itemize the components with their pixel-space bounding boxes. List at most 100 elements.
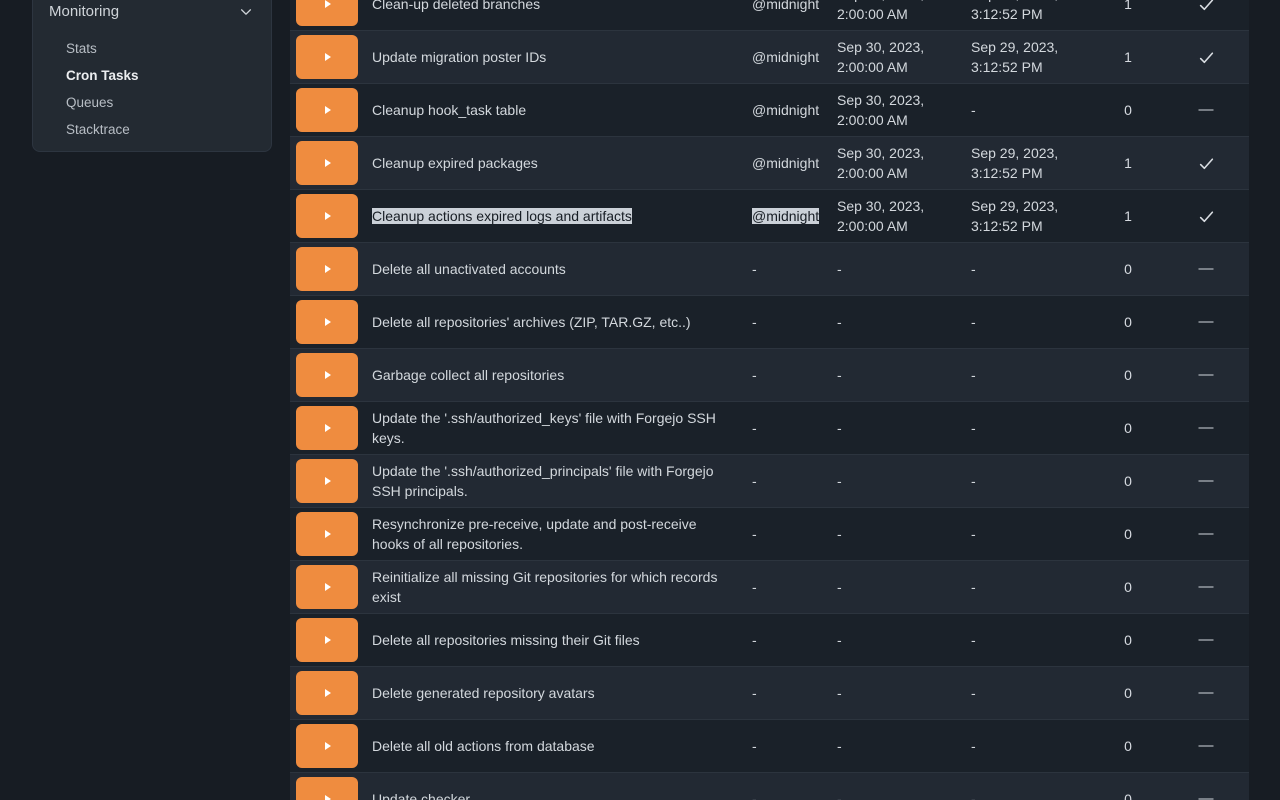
play-icon: [325, 371, 331, 379]
task-schedule-text: @midnight: [752, 49, 819, 65]
run-task-button[interactable]: [296, 512, 358, 556]
table-row: Update checker---0—: [290, 772, 1249, 800]
task-previous-run: -: [959, 736, 1093, 756]
task-next-run: -: [825, 789, 959, 800]
table-row: Delete all repositories' archives (ZIP, …: [290, 295, 1249, 348]
run-task-button[interactable]: [296, 671, 358, 715]
task-name: Garbage collect all repositories: [372, 365, 740, 385]
run-task-button[interactable]: [296, 141, 358, 185]
monitoring-sidebar-menu: Monitoring StatsCron TasksQueuesStacktra…: [32, 0, 272, 152]
table-row: Reinitialize all missing Git repositorie…: [290, 560, 1249, 613]
table-row: Cleanup expired packages@midnightSep 30,…: [290, 136, 1249, 189]
table-row: Update the '.ssh/authorized_principals' …: [290, 454, 1249, 507]
run-task-button[interactable]: [296, 247, 358, 291]
run-task-button[interactable]: [296, 353, 358, 397]
run-task-button[interactable]: [296, 406, 358, 450]
task-previous-run: Sep 29, 2023, 3:12:52 PM: [959, 196, 1093, 236]
sidebar-item-stacktrace[interactable]: Stacktrace: [33, 116, 271, 143]
task-next-run: -: [825, 736, 959, 756]
task-status: —: [1163, 736, 1249, 756]
task-previous-run: -: [959, 418, 1093, 438]
check-icon: [1198, 49, 1215, 66]
play-icon: [325, 212, 331, 220]
task-name: Update checker: [372, 789, 740, 800]
task-next-run: -: [825, 365, 959, 385]
task-schedule-text: -: [752, 579, 757, 595]
task-previous-run: -: [959, 312, 1093, 332]
run-button-cell: [290, 512, 372, 556]
dash-icon: —: [1199, 471, 1214, 491]
run-task-button[interactable]: [296, 724, 358, 768]
table-row: Update migration poster IDs@midnightSep …: [290, 30, 1249, 83]
task-name: Update the '.ssh/authorized_principals' …: [372, 461, 740, 501]
dash-icon: —: [1199, 100, 1214, 120]
run-task-button[interactable]: [296, 300, 358, 344]
run-task-button[interactable]: [296, 777, 358, 800]
sidebar-item-queues[interactable]: Queues: [33, 89, 271, 116]
task-schedule-text: -: [752, 367, 757, 383]
task-next-run: Sep 30, 2023, 2:00:00 AM: [825, 0, 959, 24]
task-exec-count: 0: [1093, 259, 1163, 279]
task-name: Delete all unactivated accounts: [372, 259, 740, 279]
task-schedule-text: -: [752, 738, 757, 754]
task-exec-count: 1: [1093, 0, 1163, 14]
task-previous-run: -: [959, 630, 1093, 650]
task-next-run: -: [825, 259, 959, 279]
task-name: Update migration poster IDs: [372, 47, 740, 67]
task-previous-run: Sep 29, 2023, 3:12:52 PM: [959, 143, 1093, 183]
run-task-button[interactable]: [296, 0, 358, 26]
task-name-text: Reinitialize all missing Git repositorie…: [372, 569, 717, 605]
check-icon: [1198, 208, 1215, 225]
sidebar-section-monitoring[interactable]: Monitoring: [33, 0, 271, 23]
table-row: Delete generated repository avatars---0—: [290, 666, 1249, 719]
task-schedule: -: [740, 259, 825, 279]
task-schedule: @midnight: [740, 153, 825, 173]
task-exec-count: 0: [1093, 630, 1163, 650]
task-name: Reinitialize all missing Git repositorie…: [372, 567, 740, 607]
monitoring-section-label: Monitoring: [49, 3, 119, 20]
run-task-button[interactable]: [296, 88, 358, 132]
run-button-cell: [290, 459, 372, 503]
run-task-button[interactable]: [296, 194, 358, 238]
task-schedule: @midnight: [740, 47, 825, 67]
task-previous-run: -: [959, 365, 1093, 385]
task-exec-count: 0: [1093, 418, 1163, 438]
task-schedule: -: [740, 418, 825, 438]
task-status: [1163, 0, 1249, 13]
task-name-text: Update the '.ssh/authorized_principals' …: [372, 463, 714, 499]
task-name: Delete all old actions from database: [372, 736, 740, 756]
play-icon: [325, 477, 331, 485]
task-name: Delete all repositories missing their Gi…: [372, 630, 740, 650]
run-task-button[interactable]: [296, 565, 358, 609]
task-next-run: -: [825, 524, 959, 544]
monitoring-menu-items: StatsCron TasksQueuesStacktrace: [33, 23, 271, 143]
sidebar-item-stats[interactable]: Stats: [33, 35, 271, 62]
task-name-text: Cleanup expired packages: [372, 155, 538, 171]
run-task-button[interactable]: [296, 618, 358, 662]
run-button-cell: [290, 247, 372, 291]
task-name-text: Delete generated repository avatars: [372, 685, 595, 701]
play-icon: [325, 795, 331, 800]
run-button-cell: [290, 618, 372, 662]
sidebar-item-cron-tasks[interactable]: Cron Tasks: [33, 62, 271, 89]
run-task-button[interactable]: [296, 459, 358, 503]
play-icon: [325, 265, 331, 273]
task-name-text: Update migration poster IDs: [372, 49, 546, 65]
run-task-button[interactable]: [296, 35, 358, 79]
task-status: —: [1163, 577, 1249, 597]
table-row: Delete all unactivated accounts---0—: [290, 242, 1249, 295]
dash-icon: —: [1199, 365, 1214, 385]
task-next-run: -: [825, 312, 959, 332]
task-name-text: Cleanup actions expired logs and artifac…: [372, 208, 632, 224]
dash-icon: —: [1199, 683, 1214, 703]
task-schedule: -: [740, 736, 825, 756]
task-schedule: -: [740, 524, 825, 544]
task-schedule-text: @midnight: [752, 208, 819, 224]
play-icon: [325, 636, 331, 644]
task-previous-run: Sep 29, 2023, 3:12:52 PM: [959, 0, 1093, 24]
task-name: Cleanup hook_task table: [372, 100, 740, 120]
play-icon: [325, 53, 331, 61]
run-button-cell: [290, 565, 372, 609]
task-exec-count: 1: [1093, 206, 1163, 226]
table-row: Clean-up deleted branches@midnightSep 30…: [290, 0, 1249, 30]
